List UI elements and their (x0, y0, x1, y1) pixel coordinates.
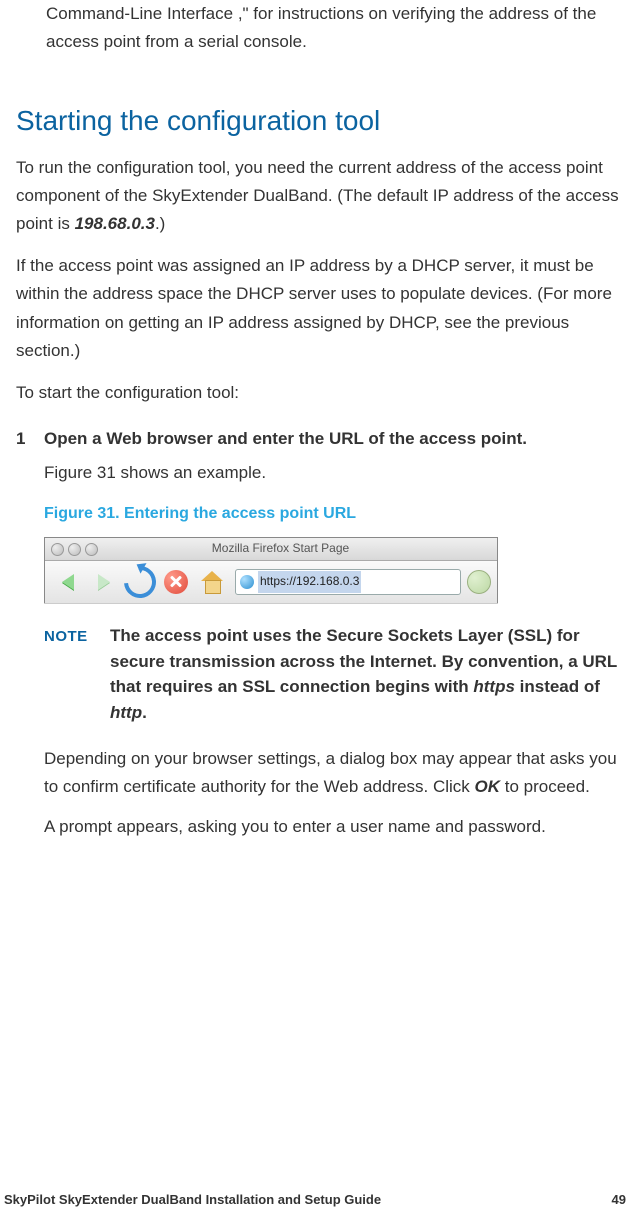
page-footer: SkyPilot SkyExtender DualBand Installati… (0, 1189, 642, 1210)
note-http: http (110, 703, 142, 722)
ok-label: OK (475, 777, 501, 796)
url-field[interactable]: https://192.168.0.3 (235, 569, 461, 595)
section-heading: Starting the configuration tool (16, 98, 626, 144)
home-icon (199, 571, 225, 593)
browser-toolbar: https://192.168.0.3 (45, 561, 497, 603)
intro-tail-paragraph: Command-Line Interface ," for instructio… (46, 0, 626, 56)
reload-button[interactable] (123, 567, 157, 597)
minimize-dot-icon (68, 543, 81, 556)
window-controls (45, 543, 104, 556)
figure-caption: Figure 31. Entering the access point URL (44, 501, 626, 527)
step-1-subtext: Figure 31 shows an example. (44, 459, 626, 487)
close-dot-icon (51, 543, 64, 556)
step-1-number: 1 (16, 425, 44, 453)
step-1-text: Open a Web browser and enter the URL of … (44, 425, 626, 453)
stop-button[interactable] (159, 567, 193, 597)
default-ip: 198.68.0.3 (75, 214, 155, 233)
footer-page-number: 49 (612, 1189, 626, 1210)
forward-button[interactable] (87, 567, 121, 597)
note-end: . (142, 703, 147, 722)
forward-arrow-icon (98, 574, 110, 590)
back-button[interactable] (51, 567, 85, 597)
step-1: 1 Open a Web browser and enter the URL o… (16, 425, 626, 453)
url-text: https://192.168.0.3 (258, 571, 361, 593)
after-note-paragraph-1: Depending on your browser settings, a di… (44, 745, 626, 801)
note-block: NOTE The access point uses the Secure So… (44, 623, 626, 725)
go-button[interactable] (467, 570, 491, 594)
after-note-paragraph-2: A prompt appears, asking you to enter a … (44, 813, 626, 841)
back-arrow-icon (62, 574, 74, 590)
browser-titlebar: Mozilla Firefox Start Page (45, 538, 497, 561)
paragraph-1b: .) (155, 214, 165, 233)
note-label: NOTE (44, 623, 96, 725)
home-button[interactable] (195, 567, 229, 597)
zoom-dot-icon (85, 543, 98, 556)
browser-window-title: Mozilla Firefox Start Page (104, 539, 497, 559)
paragraph-2: If the access point was assigned an IP a… (16, 252, 626, 364)
paragraph-1: To run the configuration tool, you need … (16, 154, 626, 238)
after-note-b: to proceed. (500, 777, 590, 796)
globe-icon (240, 575, 254, 589)
note-text: The access point uses the Secure Sockets… (110, 623, 626, 725)
browser-screenshot: Mozilla Firefox Start Page https://192.1… (44, 537, 498, 603)
paragraph-3: To start the configuration tool: (16, 379, 626, 407)
reload-icon (117, 560, 162, 605)
footer-title: SkyPilot SkyExtender DualBand Installati… (4, 1189, 381, 1210)
note-https: https (473, 677, 515, 696)
stop-icon (164, 570, 188, 594)
note-mid: instead of (515, 677, 600, 696)
